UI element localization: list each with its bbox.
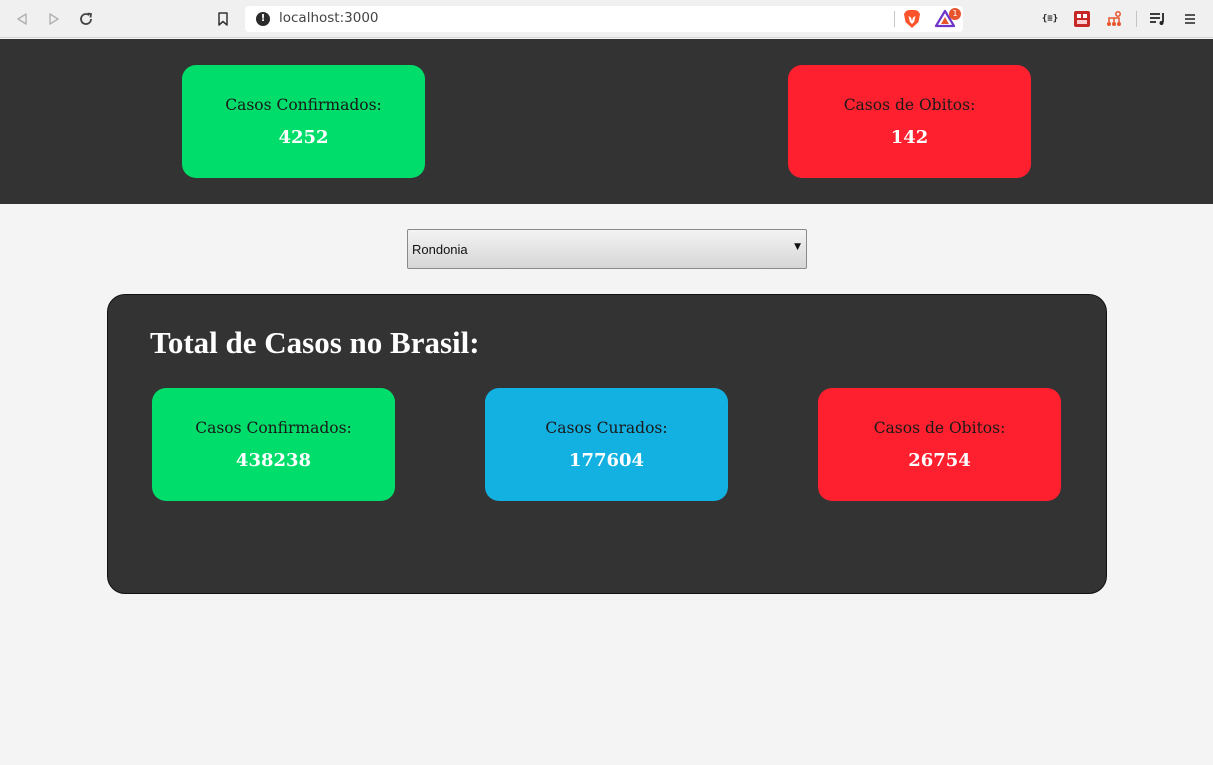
brasil-totals-panel: Total de Casos no Brasil: Casos Confirma… (107, 294, 1107, 594)
forward-icon (49, 13, 59, 25)
dropdown-arrow-icon: ▼ (794, 242, 801, 252)
state-deaths-value: 142 (890, 127, 929, 148)
brasil-recovered-card: Casos Curados: 177604 (485, 388, 728, 501)
hamburger-menu-icon (1185, 14, 1195, 24)
brasil-confirmed-card: Casos Confirmados: 438238 (152, 388, 395, 501)
toolbar-divider (1136, 11, 1137, 27)
url-divider (894, 11, 895, 27)
brave-lion-icon (904, 10, 920, 28)
site-info-icon[interactable]: ! (256, 12, 270, 26)
brasil-totals-title: Total de Casos no Brasil: (150, 325, 480, 360)
back-button[interactable] (12, 9, 32, 29)
bookmark-icon (218, 12, 228, 26)
json-viewer-extension[interactable]: {≡} (1040, 9, 1060, 29)
back-icon (17, 13, 27, 25)
browser-toolbar: ! localhost:3000 1 {≡} (0, 0, 1213, 38)
state-deaths-label: Casos de Obitos: (843, 96, 976, 114)
brasil-confirmed-value: 438238 (235, 450, 312, 471)
brasil-deaths-label: Casos de Obitos: (873, 419, 1006, 437)
extension-tree-button[interactable] (1104, 9, 1124, 29)
brasil-deaths-card: Casos de Obitos: 26754 (818, 388, 1061, 501)
playlist-icon (1150, 13, 1164, 25)
state-confirmed-card: Casos Confirmados: 4252 (182, 65, 425, 178)
reload-button[interactable] (76, 9, 96, 29)
brasil-deaths-value: 26754 (908, 450, 971, 471)
state-select-value: Rondonia (412, 242, 468, 257)
sitemap-icon (1107, 11, 1121, 26)
state-summary-band: Casos Confirmados: 4252 Casos de Obitos:… (0, 39, 1213, 204)
forward-button[interactable] (44, 9, 64, 29)
state-deaths-card: Casos de Obitos: 142 (788, 65, 1031, 178)
url-text[interactable]: localhost:3000 (279, 10, 379, 26)
state-select[interactable]: Rondonia ▼ (407, 229, 807, 269)
menu-button[interactable] (1180, 9, 1200, 29)
brasil-recovered-value: 177604 (568, 450, 645, 471)
reload-icon (80, 12, 93, 25)
address-bar[interactable]: ! localhost:3000 1 (245, 6, 963, 32)
brave-rewards-button[interactable]: 1 (934, 8, 961, 32)
bookmark-button[interactable] (213, 9, 233, 29)
extension-button[interactable] (1072, 9, 1092, 29)
brave-shield-button[interactable] (903, 9, 921, 33)
brasil-recovered-label: Casos Curados: (545, 419, 668, 437)
state-confirmed-value: 4252 (278, 127, 329, 148)
state-confirmed-label: Casos Confirmados: (225, 96, 382, 114)
rewards-badge: 1 (949, 8, 961, 20)
playlist-button[interactable] (1148, 9, 1168, 29)
brasil-confirmed-label: Casos Confirmados: (195, 419, 352, 437)
extension-icon (1074, 11, 1090, 27)
